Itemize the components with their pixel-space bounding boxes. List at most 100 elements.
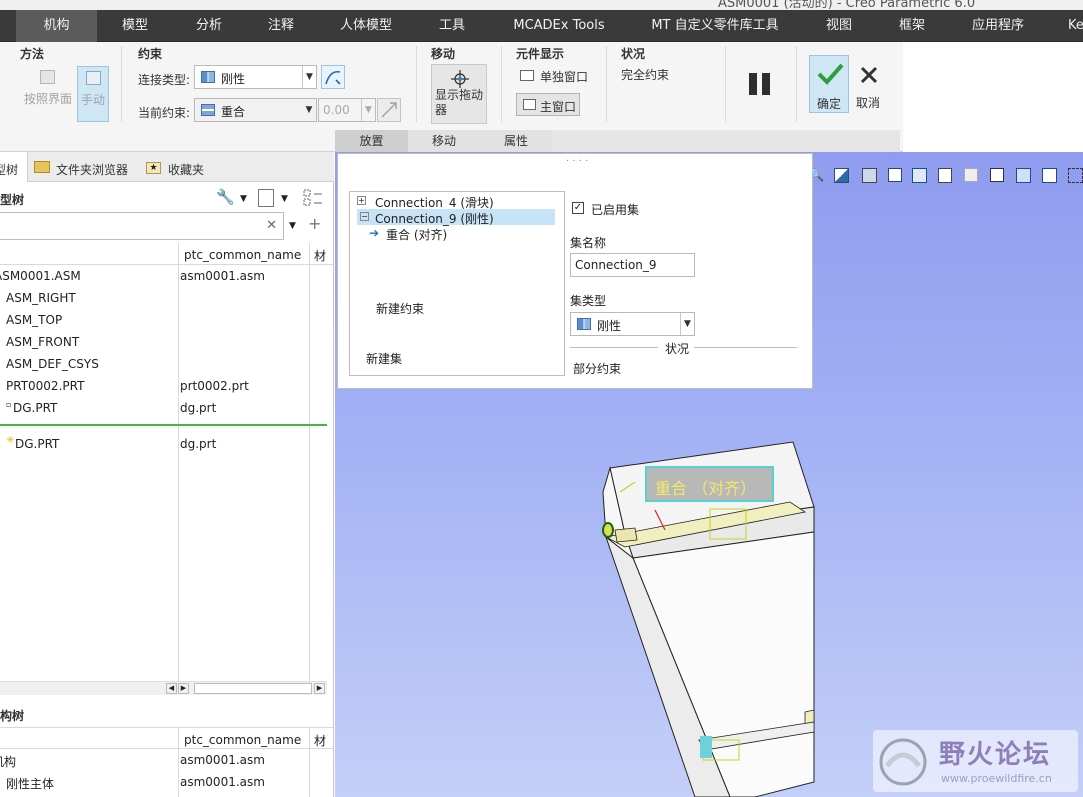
tab-mcadex-tools[interactable]: MCADEx Tools <box>506 10 612 42</box>
folder-icon <box>34 161 50 173</box>
tree-row[interactable]: ASM_TOP <box>0 309 333 331</box>
manual-button[interactable]: 手动 <box>77 66 109 122</box>
enable-set-checkbox[interactable]: ✓ <box>572 202 584 214</box>
scroll-thumb[interactable] <box>194 683 312 694</box>
forum-watermark: 野火论坛 www.proewildfire.cn <box>873 730 1078 792</box>
separate-window-button[interactable]: 单独窗口 <box>520 68 592 86</box>
set-type-label: 集类型 <box>570 294 607 308</box>
tree-row[interactable]: ASM_RIGHT <box>0 287 333 309</box>
horizontal-scrollbar[interactable]: ◀ ▶ ▶ <box>0 681 327 695</box>
constraint-item-coincident[interactable]: 重合 (对齐) <box>386 226 447 243</box>
search-input[interactable]: ✕ <box>0 212 284 240</box>
tree-row[interactable]: ASM_DEF_CSYS <box>0 353 333 375</box>
show-dragger-button[interactable]: 显示拖动器 <box>431 64 487 124</box>
new-set-link[interactable]: 新建集 <box>366 350 402 367</box>
flip-constraint-icon <box>381 102 397 118</box>
pause-button[interactable] <box>745 70 775 100</box>
section-icon[interactable] <box>964 168 978 182</box>
pause-icon <box>749 73 757 95</box>
show-dragger-label: 显示拖动器 <box>435 88 484 117</box>
tab-framework[interactable]: 框架 <box>885 10 939 42</box>
ok-button[interactable]: 确定 <box>809 55 849 113</box>
watermark-url: www.proewildfire.cn <box>941 772 1052 785</box>
tab-mt-library[interactable]: MT 自定义零件库工具 <box>640 10 790 42</box>
chevron-down-icon[interactable]: ▼ <box>289 221 296 231</box>
tab-tools[interactable]: 工具 <box>425 10 479 42</box>
chevron-down-icon[interactable]: ▼ <box>240 194 247 204</box>
refit-icon[interactable] <box>834 168 849 183</box>
current-constraint-select[interactable]: 重合 ▼ <box>194 98 317 122</box>
add-icon[interactable]: + <box>308 214 321 233</box>
flip-button[interactable] <box>321 65 345 89</box>
cancel-button[interactable]: 取消 <box>852 55 888 113</box>
group-title-constraint: 约束 <box>138 47 163 61</box>
ref-ui-button[interactable]: 按照界面 <box>20 66 76 122</box>
annotation-display-icon[interactable] <box>1068 168 1083 183</box>
saved-views-icon[interactable] <box>912 168 927 183</box>
scroll-left-icon[interactable]: ◀ <box>166 683 177 694</box>
panel-grip[interactable]: · · · · <box>566 156 588 167</box>
chevron-down-icon: ▼ <box>361 99 375 121</box>
separate-window-label: 单独窗口 <box>540 70 589 84</box>
set-status-value: 部分约束 <box>573 362 622 376</box>
watermark-logo-icon <box>879 738 927 786</box>
tab-manikin[interactable]: 人体模型 <box>330 10 402 42</box>
tree-row[interactable]: ASM_FRONT <box>0 331 333 353</box>
group-divider <box>501 46 502 122</box>
repaint-icon[interactable] <box>862 168 877 183</box>
tree-row[interactable]: 机构 asm0001.asm <box>0 749 333 771</box>
tab-favorites[interactable]: ★ 收藏夹 <box>146 152 216 182</box>
scroll-right-icon[interactable]: ▶ <box>178 683 189 694</box>
tab-model-tree[interactable]: 模型树 <box>0 152 28 182</box>
main-window-button[interactable]: 主窗口 <box>516 93 580 116</box>
tab-key[interactable]: Ke <box>1064 10 1083 42</box>
window-icon <box>523 99 536 110</box>
view-manager-icon[interactable] <box>990 168 1004 182</box>
tree-row[interactable]: PRT0002.PRT prt0002.prt <box>0 375 333 397</box>
set-name-input[interactable]: Connection_9 <box>570 253 695 277</box>
chevron-down-icon[interactable]: ▼ <box>281 194 288 204</box>
group-divider <box>796 46 797 122</box>
tab-properties[interactable]: 属性 <box>480 130 552 152</box>
connection-type-select[interactable]: 刚性 ▼ <box>194 65 317 89</box>
settings-icon[interactable]: 🔧 <box>216 188 238 208</box>
ribbon-blank <box>903 42 1083 152</box>
tab-mechanism[interactable]: 机构 <box>16 10 97 42</box>
status-section-label: 状况 <box>665 342 690 356</box>
constraint-tag[interactable]: 重合 （对齐） <box>645 466 774 502</box>
clear-icon[interactable]: ✕ <box>266 218 277 233</box>
constraint-point <box>602 522 614 538</box>
tree-filter-icon[interactable] <box>303 188 323 208</box>
tab-model[interactable]: 模型 <box>108 10 162 42</box>
rigid-icon <box>201 71 215 83</box>
tree-row[interactable]: ✳ DG.PRT dg.prt <box>0 433 333 455</box>
window-title: ASM0001 (活动的) - Creo Parametric 6.0 <box>718 0 976 10</box>
set-type-select[interactable]: 刚性 ▼ <box>570 312 695 336</box>
tab-placement[interactable]: 放置 <box>335 130 408 152</box>
show-icon[interactable] <box>258 189 274 207</box>
new-part-icon: ✳ <box>6 435 15 446</box>
datum-display-icon[interactable] <box>1042 168 1057 183</box>
close-icon <box>860 66 878 84</box>
insert-indicator <box>0 424 327 426</box>
orient-icon[interactable] <box>888 168 902 182</box>
display-style-icon[interactable] <box>938 168 952 183</box>
expand-icon[interactable]: + <box>357 196 366 205</box>
flip-constraint-button[interactable] <box>377 98 401 122</box>
perspective-icon[interactable] <box>1016 168 1031 183</box>
tree-row[interactable]: ▫ DG.PRT dg.prt <box>0 397 333 419</box>
new-constraint-link[interactable]: 新建约束 <box>376 300 424 317</box>
tab-analysis[interactable]: 分析 <box>182 10 236 42</box>
offset-input[interactable]: 0.00 ▼ <box>318 98 376 122</box>
tab-applications[interactable]: 应用程序 <box>960 10 1036 42</box>
tab-folder-browser[interactable]: 文件夹浏览器 <box>34 152 138 182</box>
tab-annotate[interactable]: 注释 <box>254 10 308 42</box>
collapse-icon[interactable]: − <box>360 212 369 221</box>
star-icon: ★ <box>146 162 161 174</box>
tree-row[interactable]: 刚性主体 asm0001.asm <box>0 771 333 793</box>
tab-move[interactable]: 移动 <box>408 130 480 152</box>
scroll-right-icon[interactable]: ▶ <box>314 683 325 694</box>
tab-view[interactable]: 视图 <box>812 10 866 42</box>
divider <box>694 347 797 348</box>
tree-row[interactable]: ASM0001.ASM asm0001.asm <box>0 265 333 287</box>
